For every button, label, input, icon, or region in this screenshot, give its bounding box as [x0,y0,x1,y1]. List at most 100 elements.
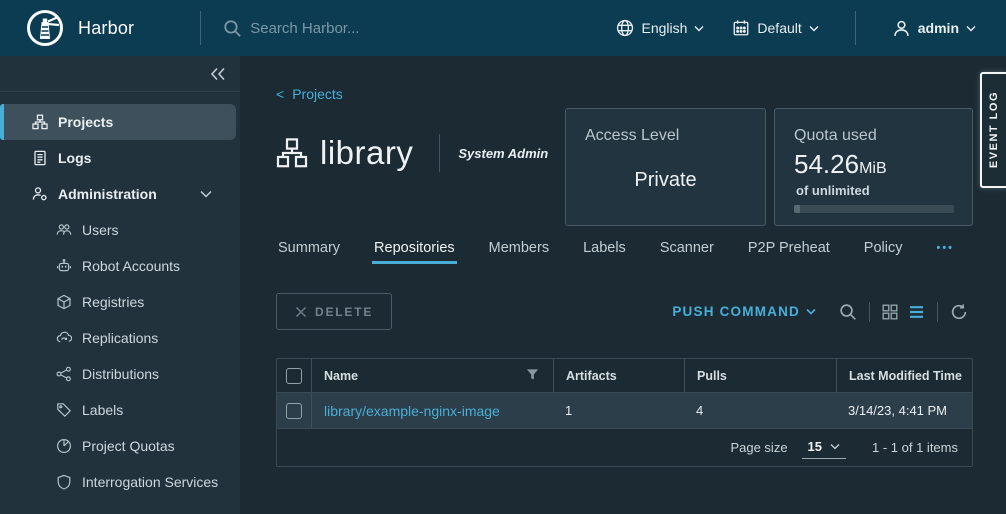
user-icon [892,19,911,38]
language-label: English [641,20,687,36]
chevron-down-icon [694,25,704,32]
quota-progress-bar [794,205,954,213]
tab-scanner[interactable]: Scanner [658,240,716,264]
table-header-row: Name Artifacts Pulls Last Modified Time [277,359,972,392]
event-log-tab[interactable]: EVENT LOG [980,72,1006,188]
sidebar-item-projects[interactable]: Projects [0,104,236,140]
repositories-table: Name Artifacts Pulls Last Modified Time [276,358,973,467]
sidebar-item-interrogation-services[interactable]: Interrogation Services [0,464,240,500]
sidebar-item-project-quotas[interactable]: Project Quotas [0,428,240,464]
repositories-toolbar: DELETE PUSH COMMAND [276,293,973,330]
tab-members[interactable]: Members [487,240,551,264]
sidebar-item-label: Projects [58,114,113,130]
title-divider [439,134,440,172]
users-icon [56,222,72,238]
header-divider [855,11,856,45]
quota-progress-fill [794,205,800,213]
logs-icon [32,150,48,166]
repo-link[interactable]: library/example-nginx-image [324,403,500,419]
table-footer: Page size 15 1 - 1 of 1 items [277,429,972,466]
calendar-icon [732,19,750,37]
theme-menu[interactable]: Default [722,19,828,37]
sidebar-item-label: Robot Accounts [82,258,180,274]
repo-name-cell: library/example-nginx-image [311,393,553,428]
list-view-icon[interactable] [903,304,930,320]
page-size-label: Page size [730,440,787,455]
cube-icon [56,294,72,310]
back-arrow: < [276,86,284,102]
pagination-range: 1 - 1 of 1 items [872,440,958,455]
app-header: Harbor English [0,0,1006,56]
quota-title: Quota used [794,127,972,145]
push-command-label: PUSH COMMAND [672,304,800,319]
row-checkbox[interactable] [286,403,302,419]
administration-submenu: Users Robot Accounts [0,212,240,500]
project-icon [276,137,308,169]
sidebar-item-label: Distributions [82,366,159,382]
shield-icon [56,474,72,490]
breadcrumb[interactable]: < Projects [276,86,343,102]
sidebar-item-users[interactable]: Users [0,212,240,248]
sidebar-item-registries[interactable]: Registries [0,284,240,320]
column-header-name[interactable]: Name [311,359,553,392]
access-level-card: Access Level Private [565,108,766,226]
chevron-down-icon [809,25,819,32]
sidebar-item-replications[interactable]: Replications [0,320,240,356]
sidebar: Projects Logs Administra [0,56,240,514]
sidebar-item-logs[interactable]: Logs [0,140,240,176]
last-modified-cell: 3/14/23, 4:41 PM [836,393,972,428]
sidebar-nav: Projects Logs Administra [0,92,240,500]
select-all-checkbox[interactable] [286,368,302,384]
chevron-down-icon [966,25,976,32]
column-header-pulls[interactable]: Pulls [684,359,836,392]
tab-summary[interactable]: Summary [276,240,342,264]
chevron-down-icon [198,190,214,198]
header-divider [200,11,201,45]
tab-policy[interactable]: Policy [862,240,905,264]
refresh-icon[interactable] [945,303,973,321]
sidebar-item-labels[interactable]: Labels [0,392,240,428]
project-tabs: Summary Repositories Members Labels Scan… [276,236,956,264]
globe-icon [616,19,634,37]
tag-icon [56,402,72,418]
toolbar-separator [937,302,938,322]
sidebar-item-administration[interactable]: Administration [0,176,240,212]
tab-p2p-preheat[interactable]: P2P Preheat [746,240,832,264]
push-command-button[interactable]: PUSH COMMAND [672,304,816,319]
cloud-replication-icon [56,330,72,346]
access-level-value: Private [566,169,765,192]
sidebar-item-label: Labels [82,402,123,418]
quota-value: 54.26MiB [794,149,972,180]
tab-labels[interactable]: Labels [581,240,628,264]
sidebar-item-label: Interrogation Services [82,474,218,490]
projects-icon [32,114,48,130]
page-title: library [320,134,413,172]
search-repositories-icon[interactable] [834,303,862,321]
user-menu[interactable]: admin [882,19,986,38]
project-title-row: library System Admin [276,134,548,172]
column-header-artifacts[interactable]: Artifacts [553,359,684,392]
card-view-icon[interactable] [877,304,903,320]
brand-name: Harbor [78,18,134,39]
delete-label: DELETE [315,305,373,319]
sidebar-item-label: Users [82,222,119,238]
search-input[interactable] [250,20,550,37]
tab-overflow[interactable]: ••• [934,242,956,264]
sidebar-item-label: Project Quotas [82,438,175,454]
breadcrumb-label: Projects [292,86,343,102]
event-log-label: EVENT LOG [988,91,1000,168]
robot-icon [56,258,72,274]
tab-repositories[interactable]: Repositories [372,240,457,264]
sidebar-collapse-row [0,56,240,92]
toolbar-separator [869,302,870,322]
collapse-sidebar-icon[interactable] [210,67,226,81]
delete-button[interactable]: DELETE [276,293,392,330]
page-size-select[interactable]: 15 [802,437,846,459]
share-icon [56,366,72,382]
filter-icon[interactable] [526,368,539,381]
chevron-down-icon [830,443,840,450]
language-menu[interactable]: English [606,19,714,37]
column-header-last-modified[interactable]: Last Modified Time [836,359,972,392]
sidebar-item-distributions[interactable]: Distributions [0,356,240,392]
sidebar-item-robot-accounts[interactable]: Robot Accounts [0,248,240,284]
